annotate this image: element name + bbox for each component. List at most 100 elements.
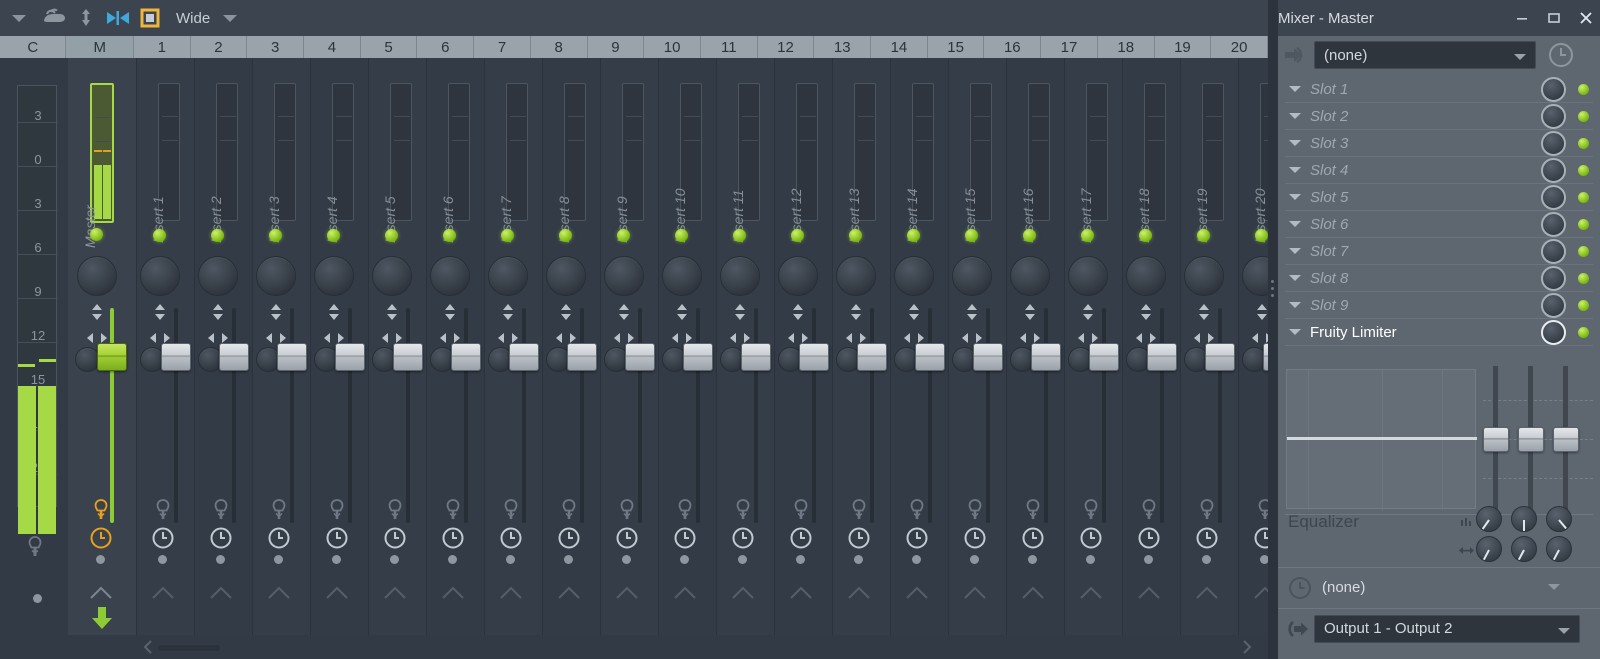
up-down-arrows-icon[interactable] xyxy=(1253,304,1268,320)
peak-status-dot[interactable] xyxy=(33,594,42,603)
column-header-insert-3[interactable]: 3 xyxy=(247,36,305,58)
column-header-insert-20[interactable]: 20 xyxy=(1211,36,1268,58)
effect-slot-led[interactable] xyxy=(1578,219,1589,230)
channel-pan-knob-insert-20[interactable] xyxy=(1242,256,1268,296)
channel-pan-knob-insert-10[interactable] xyxy=(662,256,702,296)
send-arrow-icon[interactable] xyxy=(963,586,987,605)
column-header-insert-14[interactable]: 14 xyxy=(871,36,928,58)
column-header-insert-2[interactable]: 2 xyxy=(190,36,248,58)
send-arrow-icon[interactable] xyxy=(1195,586,1219,605)
channel-strip-insert-11[interactable]: Insert 11 xyxy=(717,58,775,659)
scroll-right-icon[interactable] xyxy=(1240,639,1253,659)
bulb-icon[interactable] xyxy=(1198,498,1216,527)
channel-fader-handle-insert-3[interactable] xyxy=(277,343,307,371)
channel-led-insert-17[interactable] xyxy=(1081,229,1094,242)
clock-icon[interactable] xyxy=(557,526,581,555)
channel-strip-master[interactable]: Master xyxy=(68,58,137,659)
channel-pan-knob-insert-5[interactable] xyxy=(372,256,412,296)
maximize-button[interactable] xyxy=(1546,10,1562,26)
clock-icon[interactable] xyxy=(209,526,233,555)
channel-fader-handle-insert-18[interactable] xyxy=(1147,343,1177,371)
effect-slot-knob[interactable] xyxy=(1541,293,1566,318)
channel-mute-dot-insert-15[interactable] xyxy=(970,555,979,564)
eq-width-knob-3[interactable] xyxy=(1546,536,1572,562)
eq-gain-handle-3[interactable] xyxy=(1553,427,1579,452)
up-down-arrows-icon[interactable] xyxy=(789,304,807,320)
effect-slot-led[interactable] xyxy=(1578,165,1589,176)
clock-icon[interactable] xyxy=(615,526,639,555)
effect-slot-knob[interactable] xyxy=(1541,158,1566,183)
bulb-icon[interactable] xyxy=(1082,498,1100,527)
channel-mute-dot-insert-18[interactable] xyxy=(1144,555,1153,564)
channel-led-insert-3[interactable] xyxy=(269,229,282,242)
send-arrow-icon[interactable] xyxy=(731,586,755,605)
send-arrow-icon[interactable] xyxy=(151,586,175,605)
channel-pan-knob-master[interactable] xyxy=(77,256,117,296)
channel-fader-track-insert-18[interactable] xyxy=(1160,308,1164,523)
channel-strip-insert-4[interactable]: Insert 4 xyxy=(311,58,369,659)
channel-fader-handle-insert-16[interactable] xyxy=(1031,343,1061,371)
column-header-insert-1[interactable]: 1 xyxy=(133,36,191,58)
clock-icon[interactable] xyxy=(89,526,113,555)
bulb-icon[interactable] xyxy=(1024,498,1042,527)
channel-fader-handle-insert-6[interactable] xyxy=(451,343,481,371)
effect-slot-led[interactable] xyxy=(1578,192,1589,203)
channel-fader-handle-insert-13[interactable] xyxy=(857,343,887,371)
channel-fader-handle-insert-14[interactable] xyxy=(915,343,945,371)
column-header-insert-10[interactable]: 10 xyxy=(644,36,701,58)
channel-strip-insert-8[interactable]: Insert 8 xyxy=(543,58,601,659)
channel-led-insert-16[interactable] xyxy=(1023,229,1036,242)
channel-fader-track-insert-14[interactable] xyxy=(928,308,932,523)
send-arrow-icon[interactable] xyxy=(1079,586,1103,605)
up-down-arrows-icon[interactable] xyxy=(731,304,749,320)
clock-icon[interactable] xyxy=(1079,526,1103,555)
channel-pan-knob-insert-9[interactable] xyxy=(604,256,644,296)
channel-fader-track-insert-6[interactable] xyxy=(464,308,468,523)
effect-slot-8[interactable]: Slot 8 xyxy=(1285,265,1593,292)
channel-mute-dot-insert-14[interactable] xyxy=(912,555,921,564)
up-down-arrows-icon[interactable] xyxy=(209,304,227,320)
channel-led-insert-20[interactable] xyxy=(1255,229,1268,242)
channel-pan-knob-insert-19[interactable] xyxy=(1184,256,1224,296)
channel-name-master[interactable]: Master xyxy=(82,205,98,248)
channel-mute-dot-insert-11[interactable] xyxy=(738,555,747,564)
bulb-icon[interactable] xyxy=(1256,498,1268,527)
effect-slot-knob[interactable] xyxy=(1541,104,1566,129)
send-arrow-icon[interactable] xyxy=(209,586,233,605)
clock-icon[interactable] xyxy=(847,526,871,555)
effect-slot-led[interactable] xyxy=(1578,300,1589,311)
input-arrow-icon[interactable] xyxy=(1278,44,1314,66)
output-destination-combo[interactable]: Output 1 - Output 2 xyxy=(1314,614,1580,643)
effect-slot-led[interactable] xyxy=(1578,111,1589,122)
send-arrow-icon[interactable] xyxy=(905,586,929,605)
channel-pan-knob-insert-4[interactable] xyxy=(314,256,354,296)
column-header-insert-15[interactable]: 15 xyxy=(927,36,985,58)
channel-pan-knob-insert-3[interactable] xyxy=(256,256,296,296)
channel-fader-track-insert-11[interactable] xyxy=(754,308,758,523)
clock-icon[interactable] xyxy=(499,526,523,555)
channel-pan-knob-insert-15[interactable] xyxy=(952,256,992,296)
up-down-arrows-icon[interactable] xyxy=(847,304,865,320)
output-arrow-icon[interactable] xyxy=(1278,618,1314,640)
channel-strip-insert-14[interactable]: Insert 14 xyxy=(891,58,949,659)
effect-slot-4[interactable]: Slot 4 xyxy=(1285,157,1593,184)
effect-slot-1[interactable]: Slot 1 xyxy=(1285,76,1593,103)
up-down-arrows-icon[interactable] xyxy=(963,304,981,320)
channel-strip-insert-3[interactable]: Insert 3 xyxy=(253,58,311,659)
bulb-icon[interactable] xyxy=(618,498,636,527)
scrollbar-thumb[interactable] xyxy=(158,645,220,651)
channel-fader-track-insert-12[interactable] xyxy=(812,308,816,523)
eq-gain-handle-1[interactable] xyxy=(1483,427,1509,452)
column-header-c[interactable]: C xyxy=(0,36,67,58)
square-icon[interactable] xyxy=(134,0,166,36)
channel-pan-knob-insert-12[interactable] xyxy=(778,256,818,296)
channel-strip-insert-18[interactable]: Insert 18 xyxy=(1123,58,1181,659)
channel-fader-handle-insert-19[interactable] xyxy=(1205,343,1235,371)
channel-fader-handle-insert-10[interactable] xyxy=(683,343,713,371)
channel-fader-handle-insert-2[interactable] xyxy=(219,343,249,371)
effect-slot-10[interactable]: Fruity Limiter xyxy=(1285,319,1593,346)
channel-fader-track-insert-17[interactable] xyxy=(1102,308,1106,523)
channel-fader-track-insert-16[interactable] xyxy=(1044,308,1048,523)
channel-pan-knob-insert-11[interactable] xyxy=(720,256,760,296)
channel-fader-handle-master[interactable] xyxy=(97,343,127,371)
